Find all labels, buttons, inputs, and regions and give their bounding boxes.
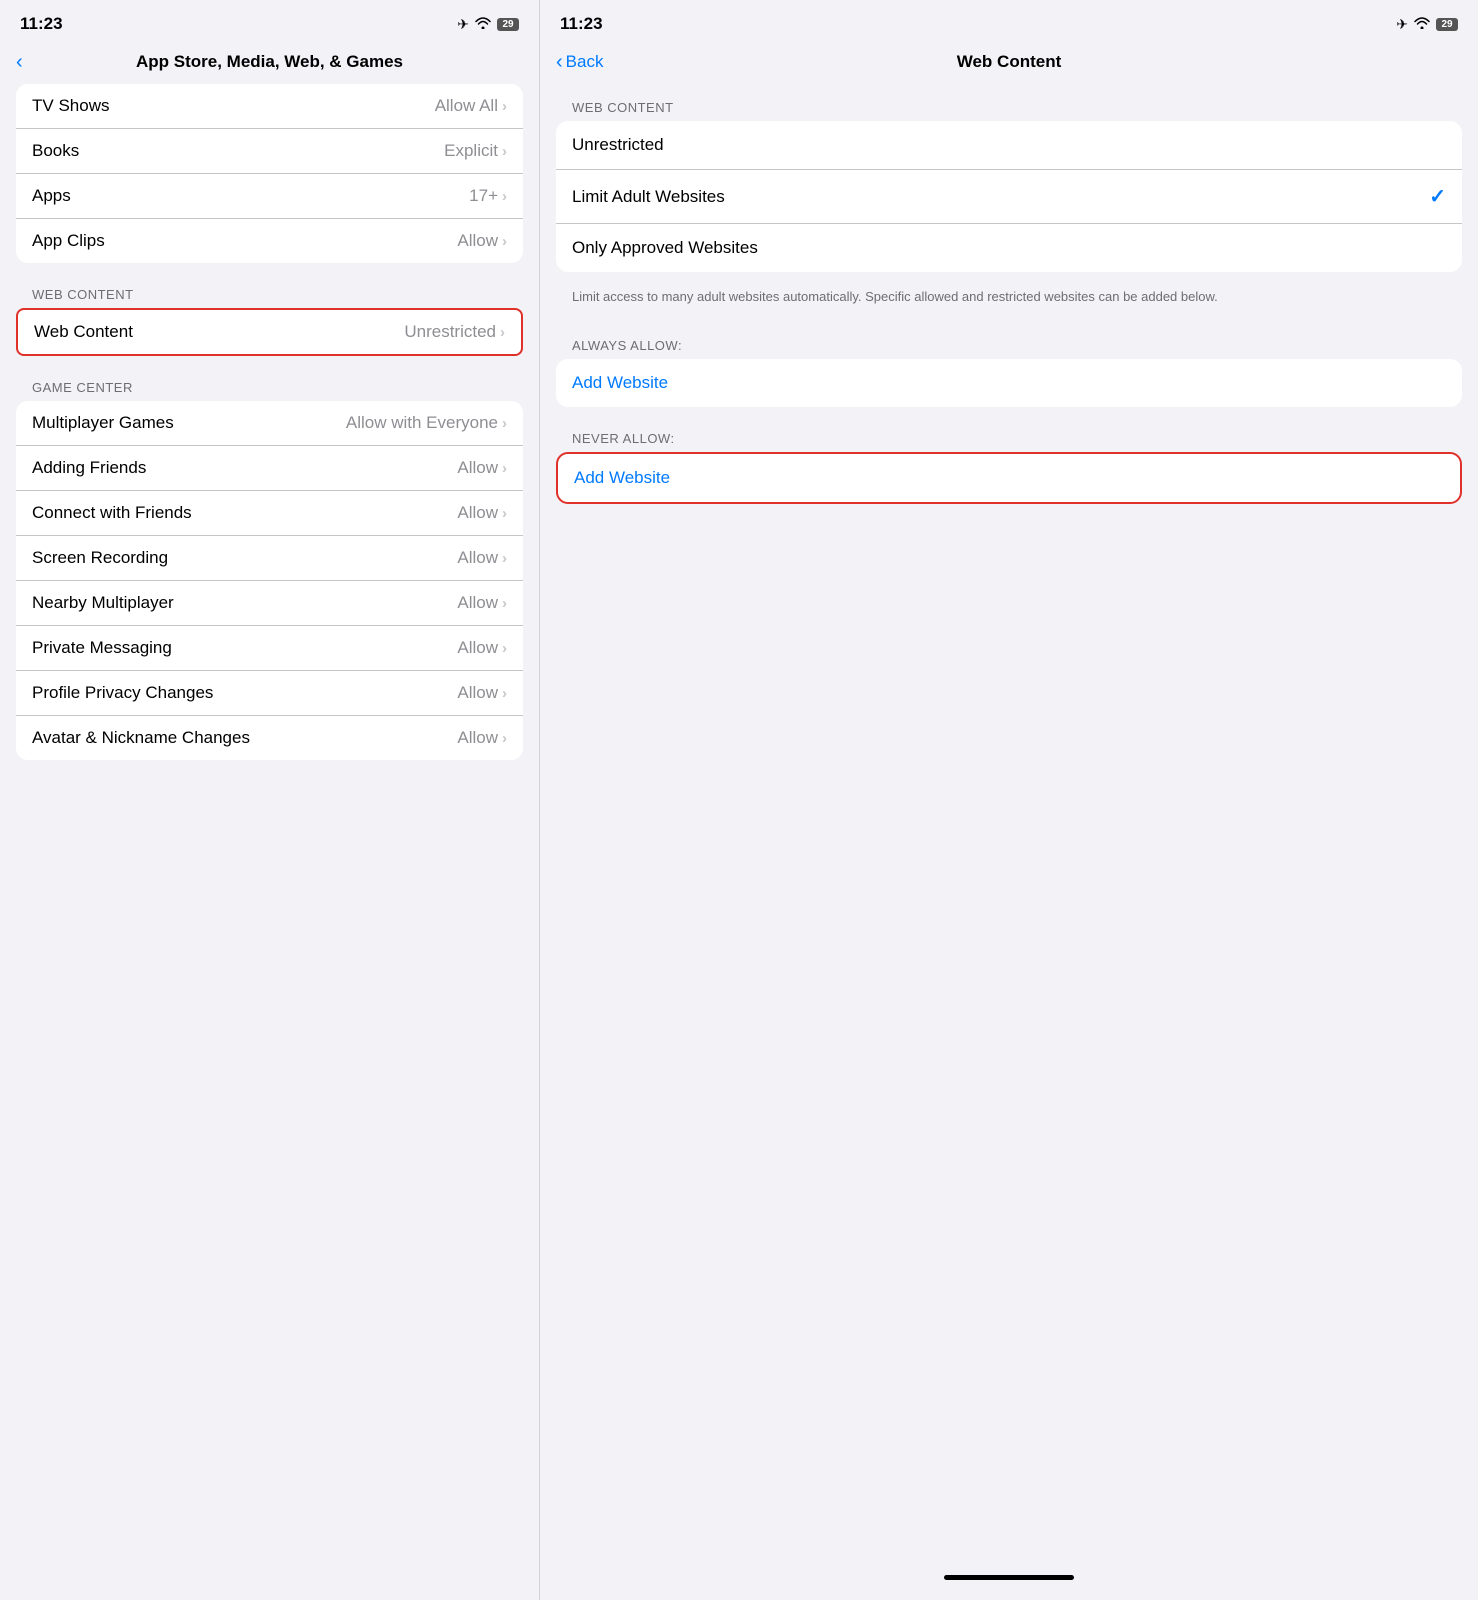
apps-item[interactable]: Apps 17+ › bbox=[16, 174, 523, 219]
web-content-chevron: › bbox=[500, 324, 505, 341]
web-content-options-card: Unrestricted Limit Adult Websites ✓ Only… bbox=[556, 121, 1462, 272]
connect-friends-label: Connect with Friends bbox=[32, 503, 192, 523]
right-back-label: Back bbox=[566, 52, 604, 72]
adding-friends-label: Adding Friends bbox=[32, 458, 146, 478]
left-status-icons: ✈ 29 bbox=[457, 16, 519, 33]
adding-friends-value: Allow › bbox=[457, 458, 507, 478]
right-wifi-icon bbox=[1414, 16, 1430, 32]
profile-privacy-item[interactable]: Profile Privacy Changes Allow › bbox=[16, 671, 523, 716]
connect-friends-chevron: › bbox=[502, 505, 507, 522]
always-allow-card: Add Website bbox=[556, 359, 1462, 407]
tv-shows-item[interactable]: TV Shows Allow All › bbox=[16, 84, 523, 129]
right-time: 11:23 bbox=[560, 14, 603, 34]
web-content-item[interactable]: Web Content Unrestricted › bbox=[18, 310, 521, 354]
tv-shows-value: Allow All › bbox=[435, 96, 507, 116]
connect-friends-value: Allow › bbox=[457, 503, 507, 523]
apps-label: Apps bbox=[32, 186, 71, 206]
never-allow-section: Add Website bbox=[556, 452, 1462, 504]
right-web-content-label: WEB CONTENT bbox=[540, 84, 1478, 121]
private-messaging-chevron: › bbox=[502, 640, 507, 657]
web-content-description: Limit access to many adult websites auto… bbox=[540, 280, 1478, 322]
never-allow-label: NEVER ALLOW: bbox=[540, 415, 1478, 452]
web-content-label: Web Content bbox=[34, 322, 133, 342]
right-panel: 11:23 ✈ 29 ‹ Back Web Content WEB CONTEN… bbox=[539, 0, 1478, 1600]
profile-privacy-value: Allow › bbox=[457, 683, 507, 703]
screen-recording-value: Allow › bbox=[457, 548, 507, 568]
private-messaging-label: Private Messaging bbox=[32, 638, 172, 658]
unrestricted-option[interactable]: Unrestricted bbox=[556, 121, 1462, 170]
left-page-title: App Store, Media, Web, & Games bbox=[136, 52, 403, 72]
private-messaging-item[interactable]: Private Messaging Allow › bbox=[16, 626, 523, 671]
apps-value: 17+ › bbox=[469, 186, 507, 206]
right-status-icons: ✈ 29 bbox=[1396, 16, 1458, 33]
wifi-icon bbox=[475, 16, 491, 32]
avatar-nickname-item[interactable]: Avatar & Nickname Changes Allow › bbox=[16, 716, 523, 760]
right-battery: 29 bbox=[1436, 18, 1458, 31]
right-status-bar: 11:23 ✈ 29 bbox=[540, 0, 1478, 44]
multiplayer-games-chevron: › bbox=[502, 415, 507, 432]
left-status-bar: 11:23 ✈ 29 bbox=[0, 0, 539, 44]
always-allow-label: ALWAYS ALLOW: bbox=[540, 322, 1478, 359]
nearby-multiplayer-item[interactable]: Nearby Multiplayer Allow › bbox=[16, 581, 523, 626]
books-chevron: › bbox=[502, 143, 507, 160]
nearby-multiplayer-chevron: › bbox=[502, 595, 507, 612]
screen-recording-item[interactable]: Screen Recording Allow › bbox=[16, 536, 523, 581]
right-nav-header: ‹ Back Web Content bbox=[540, 44, 1478, 84]
always-allow-section: Add Website bbox=[556, 359, 1462, 407]
books-label: Books bbox=[32, 141, 79, 161]
nearby-multiplayer-value: Allow › bbox=[457, 593, 507, 613]
web-content-highlighted[interactable]: Web Content Unrestricted › bbox=[16, 308, 523, 356]
tv-shows-label: TV Shows bbox=[32, 96, 109, 116]
profile-privacy-chevron: › bbox=[502, 685, 507, 702]
screen-recording-label: Screen Recording bbox=[32, 548, 168, 568]
limit-adult-option[interactable]: Limit Adult Websites ✓ bbox=[556, 170, 1462, 224]
only-approved-option[interactable]: Only Approved Websites bbox=[556, 224, 1462, 272]
tv-shows-chevron: › bbox=[502, 98, 507, 115]
web-content-section-label: WEB CONTENT bbox=[0, 271, 539, 308]
right-back-button[interactable]: ‹ Back bbox=[556, 52, 603, 72]
back-chevron-icon: ‹ bbox=[16, 52, 23, 72]
app-clips-chevron: › bbox=[502, 233, 507, 250]
multiplayer-games-value: Allow with Everyone › bbox=[346, 413, 507, 433]
left-panel: 11:23 ✈ 29 ‹ App Store, Media, Web, & Ga… bbox=[0, 0, 539, 1600]
only-approved-label: Only Approved Websites bbox=[572, 238, 758, 258]
private-messaging-value: Allow › bbox=[457, 638, 507, 658]
app-clips-label: App Clips bbox=[32, 231, 105, 251]
web-content-value: Unrestricted › bbox=[404, 322, 505, 342]
avatar-nickname-value: Allow › bbox=[457, 728, 507, 748]
unrestricted-label: Unrestricted bbox=[572, 135, 664, 155]
avatar-nickname-label: Avatar & Nickname Changes bbox=[32, 728, 250, 748]
apps-chevron: › bbox=[502, 188, 507, 205]
always-allow-add-website-button[interactable]: Add Website bbox=[556, 359, 1462, 407]
content-ratings-card: TV Shows Allow All › Books Explicit › Ap… bbox=[16, 84, 523, 263]
nearby-multiplayer-label: Nearby Multiplayer bbox=[32, 593, 174, 613]
multiplayer-games-label: Multiplayer Games bbox=[32, 413, 174, 433]
right-page-title: Web Content bbox=[957, 52, 1062, 72]
never-allow-add-website-button[interactable]: Add Website bbox=[558, 454, 1460, 502]
books-value: Explicit › bbox=[444, 141, 507, 161]
game-center-card: Multiplayer Games Allow with Everyone › … bbox=[16, 401, 523, 760]
game-center-section-label: GAME CENTER bbox=[0, 364, 539, 401]
multiplayer-games-item[interactable]: Multiplayer Games Allow with Everyone › bbox=[16, 401, 523, 446]
app-clips-item[interactable]: App Clips Allow › bbox=[16, 219, 523, 263]
connect-friends-item[interactable]: Connect with Friends Allow › bbox=[16, 491, 523, 536]
never-allow-card: Add Website bbox=[556, 452, 1462, 504]
left-back-button[interactable]: ‹ bbox=[16, 52, 23, 72]
home-indicator bbox=[944, 1575, 1074, 1580]
app-clips-value: Allow › bbox=[457, 231, 507, 251]
checkmark-icon: ✓ bbox=[1429, 184, 1446, 209]
profile-privacy-label: Profile Privacy Changes bbox=[32, 683, 213, 703]
left-nav-header: ‹ App Store, Media, Web, & Games bbox=[0, 44, 539, 84]
avatar-nickname-chevron: › bbox=[502, 730, 507, 747]
limit-adult-label: Limit Adult Websites bbox=[572, 187, 725, 207]
right-back-chevron-icon: ‹ bbox=[556, 52, 563, 72]
books-item[interactable]: Books Explicit › bbox=[16, 129, 523, 174]
adding-friends-item[interactable]: Adding Friends Allow › bbox=[16, 446, 523, 491]
screen-recording-chevron: › bbox=[502, 550, 507, 567]
left-battery: 29 bbox=[497, 18, 519, 31]
airplane-icon: ✈ bbox=[457, 16, 469, 33]
right-airplane-icon: ✈ bbox=[1396, 16, 1408, 33]
adding-friends-chevron: › bbox=[502, 460, 507, 477]
left-time: 11:23 bbox=[20, 14, 63, 34]
